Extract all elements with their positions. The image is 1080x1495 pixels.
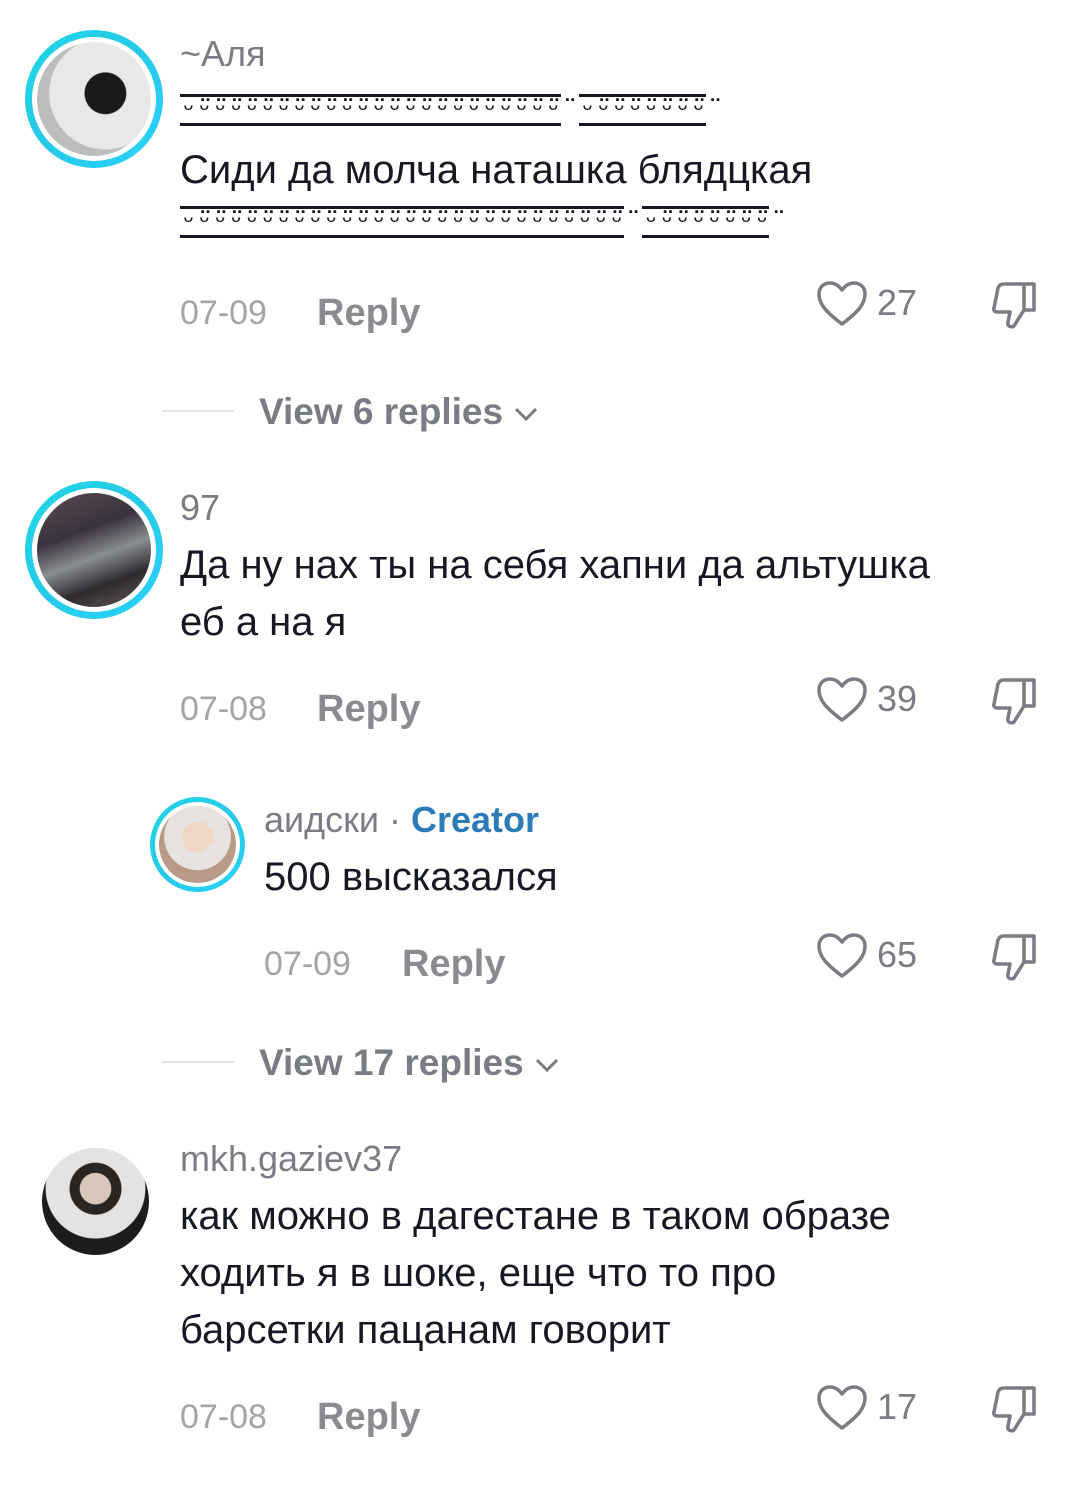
creator-badge: Creator xyxy=(411,799,540,840)
comment-text-line: как можно в дагестане в таком образе xyxy=(180,1194,891,1238)
heart-icon[interactable] xyxy=(816,1384,868,1432)
comment-username[interactable]: 97 xyxy=(180,490,220,526)
comment-username[interactable]: ~Аля xyxy=(180,36,266,72)
avatar-photo xyxy=(37,42,151,156)
avatar-mkh-gaziev37[interactable] xyxy=(42,1148,149,1255)
chevron-down-icon xyxy=(515,408,538,422)
like-count: 17 xyxy=(877,1386,918,1427)
dislike-icon[interactable] xyxy=(988,932,1040,984)
avatar-97[interactable] xyxy=(25,481,163,619)
view-replies-label: View 6 replies xyxy=(259,391,504,432)
avatar-photo xyxy=(37,493,151,607)
avatar-photo xyxy=(42,1148,149,1255)
reply-date: 07-09 xyxy=(264,945,351,983)
heart-icon[interactable] xyxy=(816,280,868,328)
dislike-icon[interactable] xyxy=(988,280,1040,332)
comment-text-line: еб а на я xyxy=(180,600,347,644)
decorative-symbols: ᵕ̈ᵕ̈ᵕ̈ᵕ̈ᵕ̈ᵕ̈ᵕ̈ᵕ̈ᵕ̈ᵕ̈ᵕ̈ᵕ̈ᵕ̈ᵕ̈ᵕ̈ᵕ̈ᵕ̈ᵕ̈ᵕ̈ᵕ̈… xyxy=(180,93,562,126)
reply-button[interactable]: Reply xyxy=(402,945,505,983)
heart-icon[interactable] xyxy=(816,932,868,980)
divider-line xyxy=(162,410,234,412)
view-replies-button[interactable]: View 17 replies xyxy=(259,1044,560,1081)
avatar-alya[interactable] xyxy=(25,30,163,168)
like-count: 27 xyxy=(877,282,918,323)
comment-text: Сиди да молча наташка блядцкая xyxy=(180,148,813,192)
avatar-photo xyxy=(159,806,236,883)
comment-text-line: барсетки пацанам говорит xyxy=(180,1308,671,1352)
comment-date: 07-08 xyxy=(180,1398,267,1436)
like-count: 65 xyxy=(877,934,918,975)
heart-icon[interactable] xyxy=(816,676,868,724)
view-replies-label: View 17 replies xyxy=(259,1042,524,1083)
like-count: 39 xyxy=(877,678,918,719)
view-replies-button[interactable]: View 6 replies xyxy=(259,393,539,430)
reply-text: 500 высказался xyxy=(264,855,558,899)
reply-username[interactable]: аидски xyxy=(264,799,379,840)
dislike-icon[interactable] xyxy=(988,676,1040,728)
comment-text-line: ходить я в шоке, еще что то про xyxy=(180,1251,777,1295)
comment-date: 07-09 xyxy=(180,294,267,332)
reply-username-row: аидски · Creator xyxy=(264,802,539,838)
comment-text-line: Да ну нах ты на себя хапни да альтушка xyxy=(180,543,930,587)
decorative-symbols: ᵕ̈ᵕ̈ᵕ̈ᵕ̈ᵕ̈ᵕ̈ᵕ̈ᵕ̈ᵕ̈ᵕ̈ᵕ̈ᵕ̈ᵕ̈ᵕ̈ᵕ̈ᵕ̈ᵕ̈ᵕ̈ᵕ̈ᵕ̈… xyxy=(180,205,625,238)
divider-line xyxy=(162,1061,234,1063)
avatar-aidski[interactable] xyxy=(150,797,245,892)
chevron-down-icon xyxy=(535,1059,558,1073)
reply-button[interactable]: Reply xyxy=(317,690,420,728)
reply-button[interactable]: Reply xyxy=(317,294,420,332)
comment-username[interactable]: mkh.gaziev37 xyxy=(180,1141,402,1177)
reply-button[interactable]: Reply xyxy=(317,1398,420,1436)
decorative-symbols: ᵕ̈ᵕ̈ᵕ̈ᵕ̈ᵕ̈ᵕ̈ᵕ̈ᵕ̈ xyxy=(579,93,707,126)
separator-dot: · xyxy=(379,799,411,840)
decorative-symbols: ᵕ̈ᵕ̈ᵕ̈ᵕ̈ᵕ̈ᵕ̈ᵕ̈ᵕ̈ xyxy=(642,205,770,238)
comment-date: 07-08 xyxy=(180,690,267,728)
dislike-icon[interactable] xyxy=(988,1384,1040,1436)
